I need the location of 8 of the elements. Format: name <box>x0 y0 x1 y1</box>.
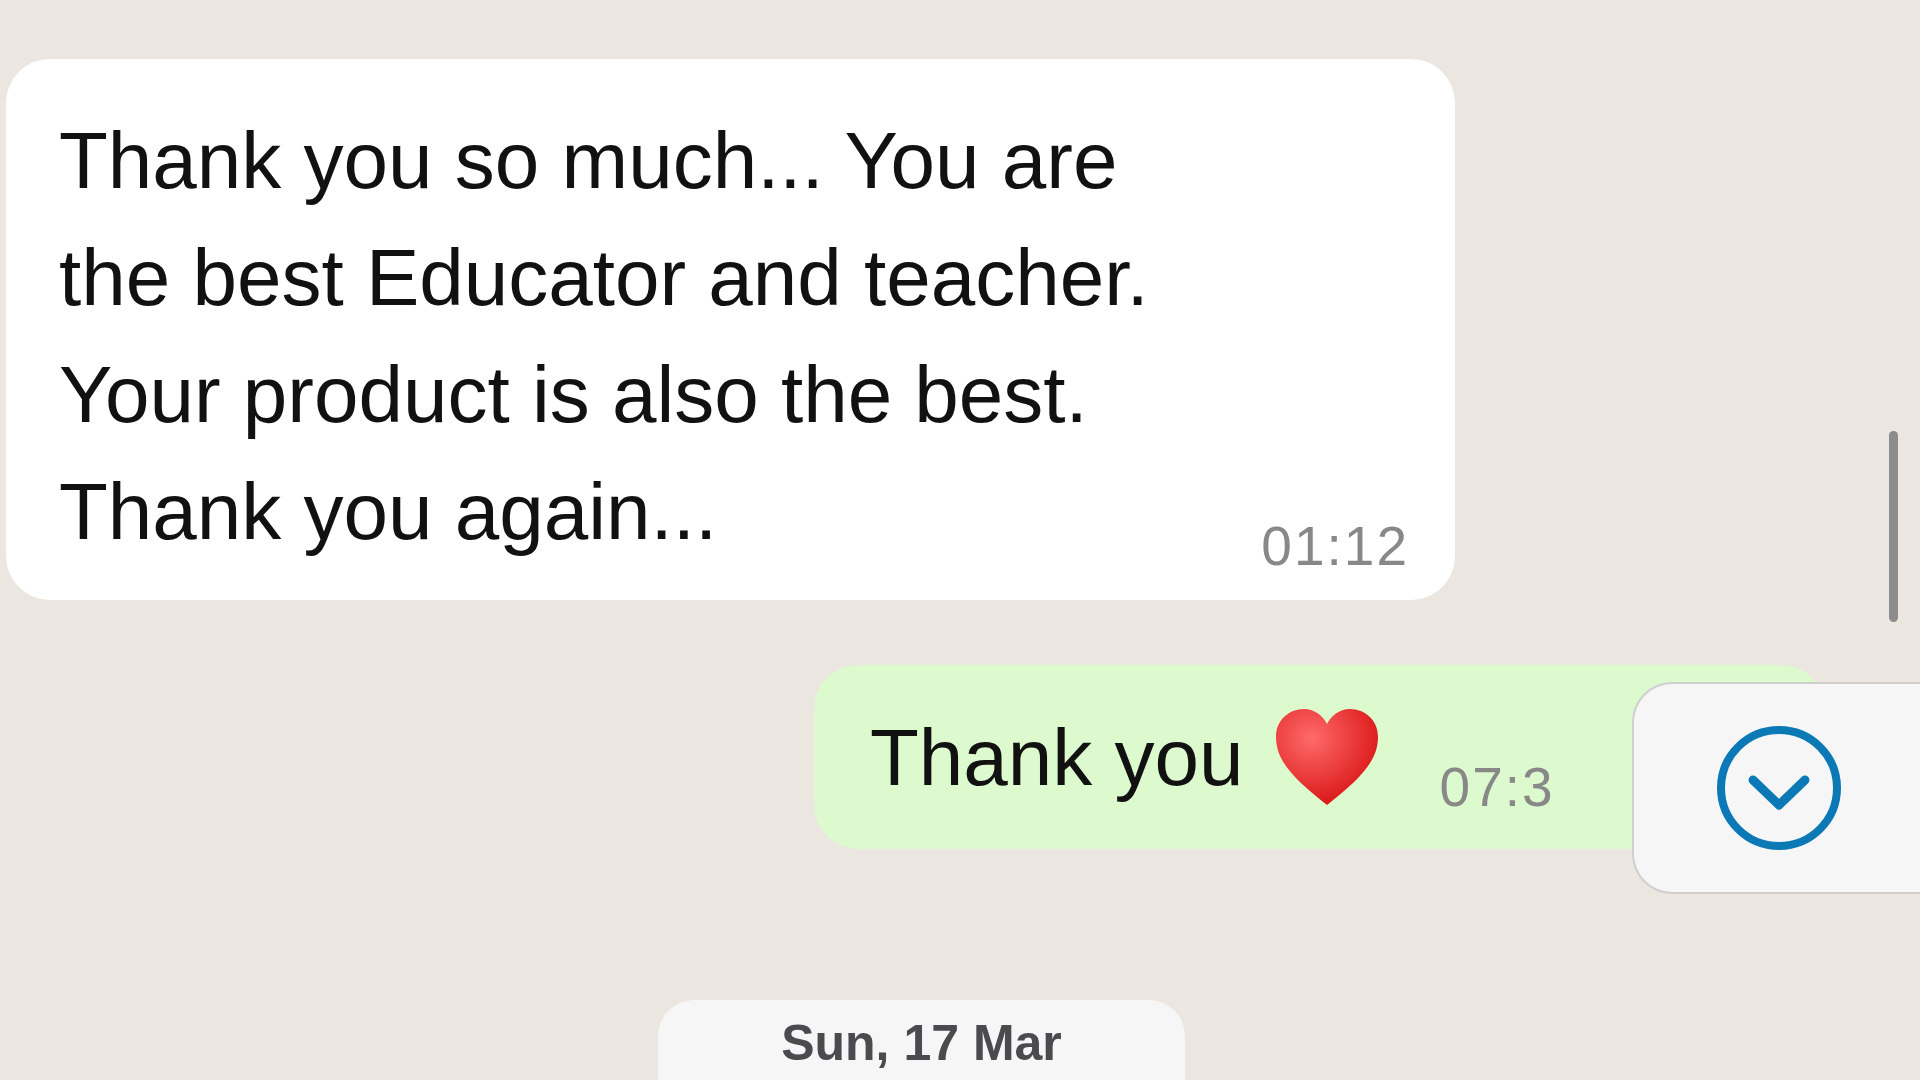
message-text: Thank you <box>870 711 1244 804</box>
chevron-down-icon <box>1716 725 1842 851</box>
date-chip: Sun, 17 Mar <box>658 1000 1185 1080</box>
scrollbar[interactable] <box>1889 431 1898 622</box>
message-time: 01:12 <box>1261 514 1409 578</box>
scroll-down-button[interactable] <box>1632 682 1920 894</box>
message-time: 07:3 <box>1439 755 1555 819</box>
message-text: Thank you so much... You are the best Educator and teacher. Your product is also the best. Thank you again... <box>59 115 1150 558</box>
